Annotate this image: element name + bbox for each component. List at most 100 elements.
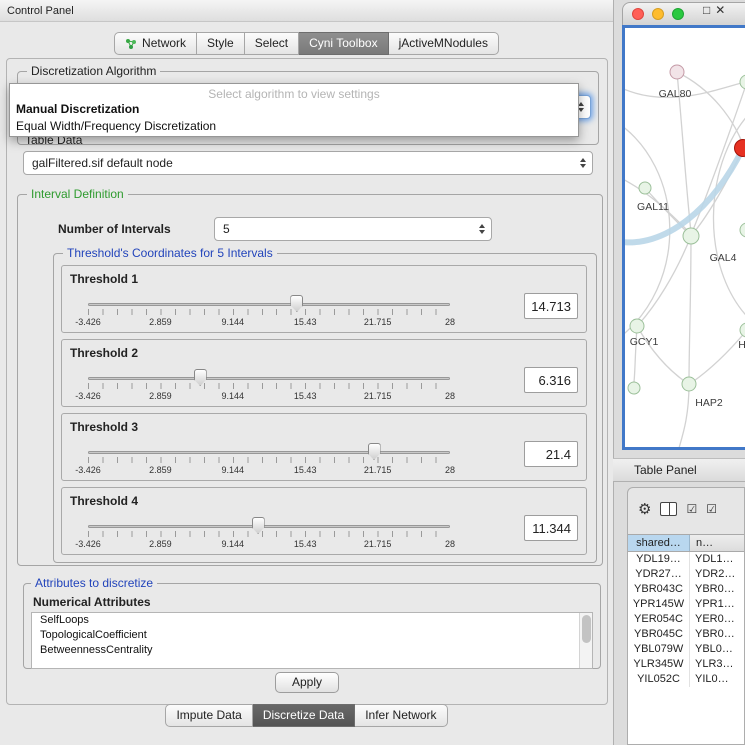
cell-shared-name[interactable]: YBR043C — [628, 582, 690, 597]
cell-shared-name[interactable]: YBR045C — [628, 627, 690, 642]
tab-select[interactable]: Select — [245, 32, 299, 55]
cell-shared-name[interactable]: YER054C — [628, 612, 690, 627]
network-node-gcy1[interactable] — [630, 319, 644, 333]
network-canvas[interactable]: GAL80GAL11GAL4GCY1HHAP2 — [622, 25, 745, 450]
cell-shared-name[interactable]: YIL052C — [628, 672, 690, 687]
network-edge[interactable] — [625, 121, 670, 341]
threshold-slider[interactable]: -3.4262.8599.14415.4321.71528 — [88, 442, 450, 478]
network-edge[interactable] — [634, 326, 637, 382]
tab-infer-network[interactable]: Infer Network — [355, 704, 447, 727]
columns-icon[interactable] — [660, 502, 677, 516]
column-header-name[interactable]: n… — [690, 535, 744, 551]
tab-discretize-data[interactable]: Discretize Data — [253, 704, 355, 727]
threshold-value-box[interactable]: 11.344 — [524, 515, 578, 541]
threshold-panel: Threshold 1 -3.4262.8599.14415.4321.7152… — [61, 265, 587, 333]
cell-name[interactable]: YLR3… — [690, 657, 744, 672]
number-of-intervals-value: 5 — [223, 222, 230, 236]
list-scrollbar-thumb[interactable] — [582, 615, 591, 643]
cell-shared-name[interactable]: YDR27… — [628, 567, 690, 582]
list-item[interactable]: SelfLoops — [32, 613, 592, 628]
table-row[interactable]: YPR145WYPR1… — [628, 597, 744, 612]
network-edge[interactable] — [677, 72, 742, 142]
mac-zoom-button[interactable] — [672, 8, 684, 20]
table-row[interactable]: YBL079WYBL0… — [628, 642, 744, 657]
threshold-value-box[interactable]: 14.713 — [524, 293, 578, 319]
tab-select-label: Select — [255, 33, 288, 54]
cell-name[interactable]: YBL0… — [690, 642, 744, 657]
list-item[interactable]: TopologicalCoefficient — [32, 628, 592, 643]
tab-impute-data[interactable]: Impute Data — [165, 704, 252, 727]
network-node-gal11[interactable] — [639, 182, 651, 194]
threshold-value-box[interactable]: 21.4 — [524, 441, 578, 467]
table-row[interactable]: YDR27…YDR2… — [628, 567, 744, 582]
cell-name[interactable]: YBR0… — [690, 627, 744, 642]
network-node[interactable] — [628, 382, 640, 394]
number-of-intervals-combo[interactable]: 5 — [214, 217, 492, 241]
slider-track[interactable] — [88, 377, 450, 380]
mac-minimize-button[interactable] — [652, 8, 664, 20]
network-window-titlebar[interactable] — [622, 2, 745, 26]
threshold-value-box[interactable]: 6.316 — [524, 367, 578, 393]
tab-network-label: Network — [142, 33, 186, 54]
numerical-attributes-list[interactable]: SelfLoopsTopologicalCoefficientBetweenne… — [31, 612, 593, 669]
panel-window-buttons: □ ✕ — [703, 3, 725, 17]
popup-option-manual-discretization[interactable]: Manual Discretization — [10, 101, 578, 118]
slider-track[interactable] — [88, 525, 450, 528]
cell-shared-name[interactable]: YPR145W — [628, 597, 690, 612]
list-item[interactable]: BetweennessCentrality — [32, 643, 592, 658]
popup-option-equal-width-frequency[interactable]: Equal Width/Frequency Discretization — [10, 118, 578, 135]
cell-name[interactable]: YBR0… — [690, 582, 744, 597]
cell-name[interactable]: YER0… — [690, 612, 744, 627]
select-rows-checkbox-icon[interactable]: ☑ — [706, 503, 717, 515]
network-edge[interactable] — [637, 326, 687, 383]
gear-icon[interactable]: ⚙ — [638, 502, 651, 517]
network-node[interactable] — [740, 75, 745, 89]
slider-track[interactable] — [88, 451, 450, 454]
slider-track[interactable] — [88, 303, 450, 306]
network-edge[interactable] — [691, 330, 745, 383]
table-row[interactable]: YER054CYER0… — [628, 612, 744, 627]
network-edge[interactable] — [689, 236, 691, 382]
tab-network[interactable]: Network — [114, 32, 197, 55]
table-body[interactable]: YDL19…YDL1…YDR27…YDR2…YBR043CYBR0…YPR145… — [628, 552, 744, 744]
column-header-shared-name[interactable]: shared… — [628, 535, 690, 551]
tab-jactivemnodules[interactable]: jActiveMNodules — [389, 32, 499, 55]
list-scrollbar[interactable] — [579, 613, 592, 668]
popup-hint: Select algorithm to view settings — [10, 87, 578, 101]
table-row[interactable]: YBR043CYBR0… — [628, 582, 744, 597]
cell-name[interactable]: YDL1… — [690, 552, 744, 567]
select-all-checkbox-icon[interactable]: ☑ — [686, 503, 697, 515]
network-node-hap2[interactable] — [682, 377, 696, 391]
table-row[interactable]: YLR345WYLR3… — [628, 657, 744, 672]
close-button[interactable]: ✕ — [715, 3, 725, 17]
network-node[interactable] — [735, 140, 745, 157]
cell-shared-name[interactable]: YLR345W — [628, 657, 690, 672]
threshold-slider[interactable]: -3.4262.8599.14415.4321.71528 — [88, 294, 450, 330]
number-of-intervals-label: Number of Intervals — [58, 222, 171, 236]
network-edge[interactable] — [679, 384, 689, 447]
cell-name[interactable]: YPR1… — [690, 597, 744, 612]
apply-button[interactable]: Apply — [275, 672, 339, 693]
cell-shared-name[interactable]: YBL079W — [628, 642, 690, 657]
threshold-slider[interactable]: -3.4262.8599.14415.4321.71528 — [88, 516, 450, 552]
cell-shared-name[interactable]: YDL19… — [628, 552, 690, 567]
cell-name[interactable]: YDR2… — [690, 567, 744, 582]
network-node-gal80[interactable] — [670, 65, 684, 79]
network-edge[interactable] — [639, 236, 691, 324]
tab-cyni-toolbox[interactable]: Cyni Toolbox — [299, 32, 388, 55]
tab-style[interactable]: Style — [197, 32, 245, 55]
network-node-gal4[interactable] — [740, 223, 745, 237]
threshold-slider[interactable]: -3.4262.8599.14415.4321.71528 — [88, 368, 450, 404]
slider-ticks — [88, 531, 450, 537]
table-row[interactable]: YBR045CYBR0… — [628, 627, 744, 642]
network-node[interactable] — [683, 228, 699, 244]
network-node-h[interactable] — [740, 323, 745, 337]
table-row[interactable]: YIL052CYIL0… — [628, 672, 744, 687]
table-data-combo-value: galFiltered.sif default node — [32, 156, 173, 170]
float-button[interactable]: □ — [703, 3, 710, 17]
cell-name[interactable]: YIL0… — [690, 672, 744, 687]
table-data-combo[interactable]: galFiltered.sif default node — [23, 151, 593, 175]
mac-close-button[interactable] — [632, 8, 644, 20]
table-row[interactable]: YDL19…YDL1… — [628, 552, 744, 567]
scale-label: 28 — [445, 317, 455, 327]
